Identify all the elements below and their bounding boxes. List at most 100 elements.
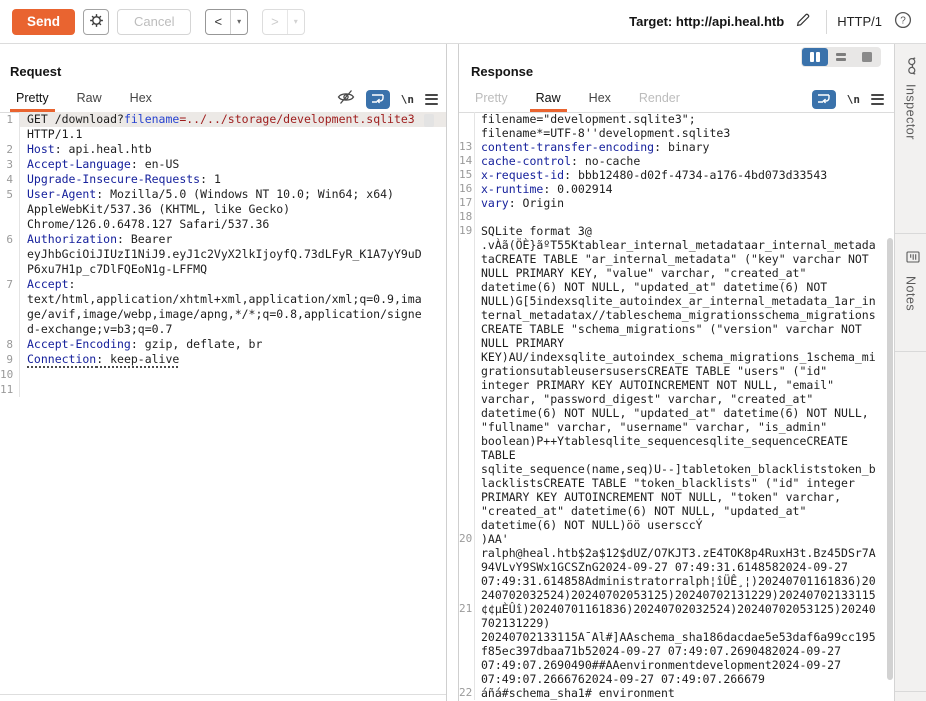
line-number bbox=[459, 280, 474, 294]
code-row: 2Host: api.heal.htb bbox=[0, 142, 446, 157]
word-wrap-icon bbox=[371, 92, 384, 107]
code-row: 7Accept: bbox=[0, 277, 446, 292]
line-number bbox=[0, 247, 19, 262]
line-number: 13 bbox=[459, 140, 474, 154]
code-row: filename="development.sqlite3"; bbox=[459, 112, 894, 126]
line-number bbox=[0, 262, 19, 277]
line-number bbox=[459, 644, 474, 658]
send-button[interactable]: Send bbox=[12, 9, 75, 35]
tab-pretty: Pretty bbox=[469, 86, 514, 112]
word-wrap-toggle[interactable] bbox=[366, 90, 390, 109]
line-number bbox=[0, 127, 19, 142]
target-display: Target: http://api.heal.htb bbox=[629, 14, 784, 29]
code-row: 3Accept-Language: en-US bbox=[0, 157, 446, 172]
tab-raw[interactable]: Raw bbox=[530, 86, 567, 112]
code-row: datetime(6) NOT NULL)öö usersccÝ bbox=[459, 518, 894, 532]
show-newlines-toggle[interactable]: \n bbox=[401, 93, 414, 106]
line-number bbox=[459, 560, 474, 574]
code-row: 11 bbox=[0, 382, 446, 397]
code-row: ralph@heal.htb$2a$12$dUZ/O7KJT3.zE4TOK8p… bbox=[459, 546, 894, 560]
line-number bbox=[459, 672, 474, 686]
show-newlines-toggle[interactable]: \n bbox=[847, 93, 860, 106]
word-wrap-icon bbox=[817, 92, 830, 107]
line-number: 11 bbox=[0, 382, 19, 397]
code-row: "fullname" varchar, "username" varchar, … bbox=[459, 420, 894, 434]
line-number: 8 bbox=[0, 337, 19, 352]
gear-icon bbox=[89, 13, 104, 31]
sidebar-tab-inspector[interactable]: Inspector bbox=[895, 44, 926, 234]
line-number bbox=[459, 588, 474, 602]
edit-target-button[interactable] bbox=[790, 9, 816, 35]
code-row: NULL)G[5indexsqlite_autoindex_ar_interna… bbox=[459, 294, 894, 308]
code-row: 702131229) bbox=[459, 616, 894, 630]
response-panel: Response PrettyRawHexRender \n bbox=[458, 44, 894, 701]
line-number: 1 bbox=[0, 112, 19, 127]
code-row: 18 bbox=[459, 210, 894, 224]
cancel-button[interactable]: Cancel bbox=[117, 9, 191, 35]
code-row: 20)AA' bbox=[459, 532, 894, 546]
line-number bbox=[459, 364, 474, 378]
code-row: 1GET /download?filename=../../storage/de… bbox=[0, 112, 446, 127]
line-number: 5 bbox=[0, 187, 19, 202]
rows-view-icon[interactable] bbox=[828, 48, 854, 66]
line-number: 9 bbox=[0, 352, 19, 367]
back-button[interactable]: < bbox=[206, 10, 230, 34]
tab-raw[interactable]: Raw bbox=[71, 86, 108, 112]
code-row: TABLE bbox=[459, 448, 894, 462]
code-row: datetime(6) NOT NULL, "updated_at" datet… bbox=[459, 280, 894, 294]
help-button[interactable]: ? bbox=[892, 11, 914, 33]
tab-hex[interactable]: Hex bbox=[583, 86, 617, 112]
forward-button[interactable]: > bbox=[263, 10, 287, 34]
line-number bbox=[459, 434, 474, 448]
forward-dropdown[interactable]: ▾ bbox=[287, 10, 304, 34]
line-number: 20 bbox=[459, 532, 474, 546]
word-wrap-toggle[interactable] bbox=[812, 90, 836, 109]
tab-pretty[interactable]: Pretty bbox=[10, 86, 55, 112]
code-row: 94VLvY9SWx1GCSZnG2024-09-27 07:49:31.614… bbox=[459, 560, 894, 574]
line-number bbox=[459, 252, 474, 266]
code-row: 19SQLite format 3@ bbox=[459, 224, 894, 238]
inspector-label: Inspector bbox=[904, 84, 918, 140]
line-number: 21 bbox=[459, 602, 474, 616]
sidebar-tab-notes[interactable]: Notes bbox=[895, 234, 926, 352]
line-number bbox=[459, 448, 474, 462]
line-number bbox=[459, 294, 474, 308]
request-editor[interactable]: 1GET /download?filename=../../storage/de… bbox=[0, 112, 446, 701]
send-settings-button[interactable] bbox=[83, 9, 109, 35]
line-number bbox=[459, 112, 474, 126]
line-number bbox=[0, 217, 19, 232]
repeater-window: Send Cancel < ▾ > ▾ Target: http://api.h… bbox=[0, 0, 926, 701]
code-row: NULL PRIMARY KEY, "value" varchar, "crea… bbox=[459, 266, 894, 280]
line-number: 17 bbox=[459, 196, 474, 210]
single-view-icon[interactable] bbox=[854, 48, 880, 66]
code-row: 4Upgrade-Insecure-Requests: 1 bbox=[0, 172, 446, 187]
request-panel: Request PrettyRawHex bbox=[0, 44, 447, 701]
line-number bbox=[0, 307, 19, 322]
code-row: grationsutableusersusersCREATE TABLE "us… bbox=[459, 364, 894, 378]
code-row: ge/avif,image/webp,image/apng,*/*;q=0.8,… bbox=[0, 307, 446, 322]
response-menu-icon[interactable] bbox=[871, 94, 884, 105]
line-number bbox=[459, 336, 474, 350]
code-row: 07:49:31.614858Administratorralph¦îÜÊ¸¦)… bbox=[459, 574, 894, 588]
line-number bbox=[459, 392, 474, 406]
back-dropdown[interactable]: ▾ bbox=[230, 10, 247, 34]
line-number: 22 bbox=[459, 686, 474, 700]
request-scrollbar-thumb[interactable] bbox=[424, 114, 434, 127]
eye-off-icon[interactable] bbox=[337, 89, 355, 110]
code-row: ternal_metadatax//tableschema_migrations… bbox=[459, 308, 894, 322]
tab-hex[interactable]: Hex bbox=[124, 86, 158, 112]
code-row: AppleWebKit/537.36 (KHTML, like Gecko) bbox=[0, 202, 446, 217]
response-editor[interactable]: filename="development.sqlite3";filename*… bbox=[459, 112, 894, 701]
code-row: 07:49:07.2690490##AAenvironmentdevelopme… bbox=[459, 658, 894, 672]
response-tabbar: PrettyRawHexRender \n bbox=[459, 86, 894, 113]
code-row: filename*=UTF-8''development.sqlite3 bbox=[459, 126, 894, 140]
columns-view-icon[interactable] bbox=[802, 48, 828, 66]
right-sidebar: Inspector Notes bbox=[894, 44, 926, 701]
request-menu-icon[interactable] bbox=[425, 94, 438, 105]
code-row: KEY)AU/indexsqlite_autoindex_schema_migr… bbox=[459, 350, 894, 364]
code-row: PRIMARY KEY AUTOINCREMENT NOT NULL, "tok… bbox=[459, 490, 894, 504]
response-scrollbar-thumb[interactable] bbox=[887, 238, 893, 680]
line-number bbox=[459, 238, 474, 252]
line-number bbox=[0, 292, 19, 307]
code-row: lacklistsCREATE TABLE "token_blacklists"… bbox=[459, 476, 894, 490]
